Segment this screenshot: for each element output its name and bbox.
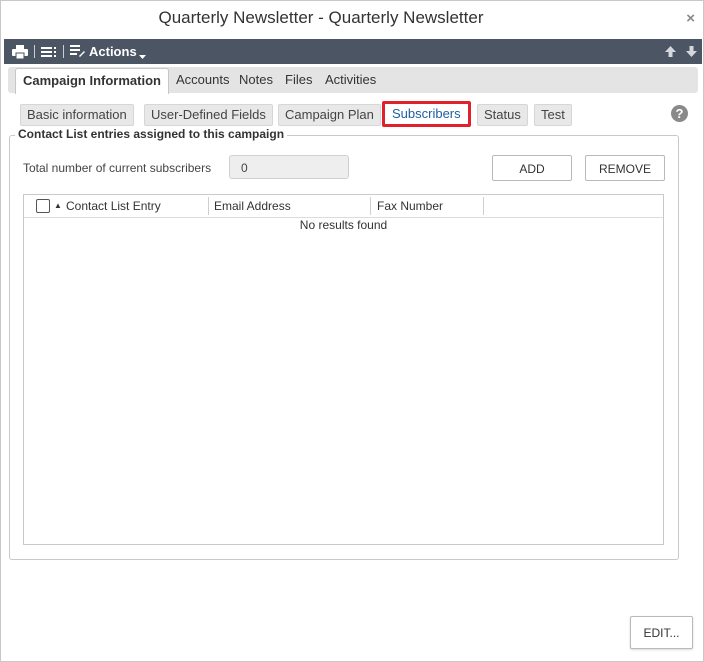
actions-menu[interactable]: Actions: [70, 39, 146, 64]
list-edit-icon: [70, 44, 85, 60]
tab-files[interactable]: Files: [285, 67, 312, 93]
arrow-down-icon[interactable]: [686, 39, 697, 64]
list-icon[interactable]: [41, 39, 56, 64]
grid-header: ▲ Contact List Entry Email Address Fax N…: [24, 195, 663, 218]
tab-accounts[interactable]: Accounts: [176, 67, 229, 93]
section-legend: Contact List entries assigned to this ca…: [15, 127, 288, 141]
total-subscribers-label: Total number of current subscribers: [23, 161, 212, 175]
print-icon[interactable]: [12, 39, 28, 64]
main-tabs: Campaign Information Accounts Notes File…: [8, 67, 698, 94]
toolbar: Actions: [4, 39, 702, 64]
title-bar: Quarterly Newsletter - Quarterly Newslet…: [1, 1, 703, 37]
subtab-campaign-plan[interactable]: Campaign Plan: [278, 104, 381, 126]
total-subscribers-field: 0: [229, 155, 349, 179]
close-icon[interactable]: ×: [686, 10, 695, 27]
actions-label: Actions: [89, 44, 137, 59]
campaign-dialog: Quarterly Newsletter - Quarterly Newslet…: [0, 0, 704, 662]
add-button[interactable]: ADD: [492, 155, 572, 181]
subtab-test[interactable]: Test: [534, 104, 572, 126]
subtab-status[interactable]: Status: [477, 104, 528, 126]
empty-results-message: No results found: [299, 218, 388, 232]
subtab-user-defined-fields[interactable]: User-Defined Fields: [144, 104, 273, 126]
tab-campaign-information[interactable]: Campaign Information: [15, 68, 169, 94]
arrow-up-icon[interactable]: [665, 39, 676, 64]
column-header-email-address[interactable]: Email Address: [214, 195, 291, 217]
remove-button[interactable]: REMOVE: [585, 155, 665, 181]
subscribers-grid: ▲ Contact List Entry Email Address Fax N…: [23, 194, 664, 545]
select-all-checkbox[interactable]: [36, 199, 50, 213]
tab-activities[interactable]: Activities: [325, 67, 376, 93]
sort-ascending-icon[interactable]: ▲: [54, 195, 62, 217]
edit-button[interactable]: EDIT...: [630, 616, 693, 649]
tab-notes[interactable]: Notes: [239, 67, 273, 93]
window-title: Quarterly Newsletter - Quarterly Newslet…: [158, 8, 484, 27]
subtab-subscribers[interactable]: Subscribers: [382, 101, 471, 127]
column-header-contact-list-entry[interactable]: Contact List Entry: [66, 195, 161, 217]
subtab-basic-information[interactable]: Basic information: [20, 104, 134, 126]
help-icon[interactable]: ?: [671, 105, 688, 122]
chevron-down-icon: [138, 47, 146, 62]
column-header-fax-number[interactable]: Fax Number: [377, 195, 443, 217]
